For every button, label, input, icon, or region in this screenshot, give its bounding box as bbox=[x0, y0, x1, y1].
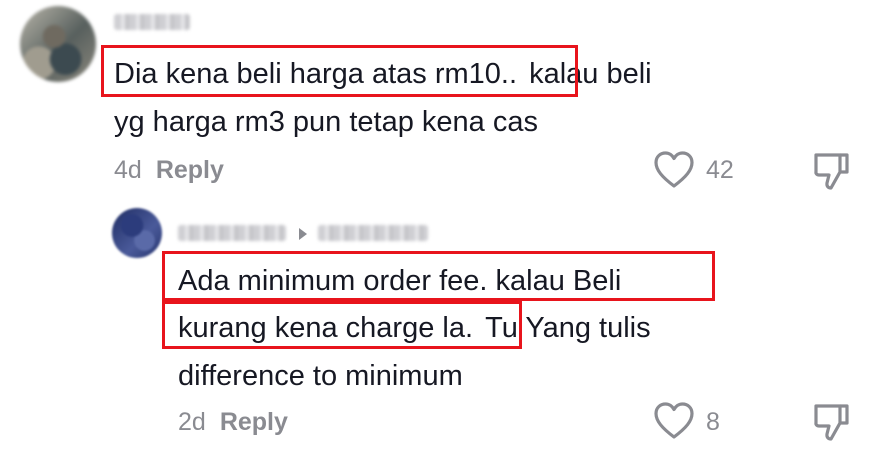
reply-button[interactable]: Reply bbox=[220, 408, 288, 436]
like-count: 42 bbox=[706, 156, 734, 184]
highlight-box bbox=[101, 45, 578, 97]
comment-meta: 4d Reply bbox=[114, 156, 224, 185]
highlight-box bbox=[162, 301, 522, 349]
heart-outline-icon[interactable] bbox=[653, 150, 695, 190]
caret-right-icon bbox=[299, 228, 307, 240]
reply-age: 2d bbox=[178, 408, 206, 436]
reply-button[interactable]: Reply bbox=[156, 156, 224, 184]
username-blurred[interactable] bbox=[178, 225, 286, 241]
thumbs-down-icon[interactable] bbox=[812, 401, 852, 443]
reply-text-line-3: difference to minimum bbox=[178, 360, 463, 392]
comment-text-line-2: yg harga rm3 pun tetap kena cas bbox=[114, 106, 538, 138]
thumbs-down-icon[interactable] bbox=[812, 150, 852, 192]
reply-meta: 2d Reply bbox=[178, 408, 288, 437]
replied-to-username-blurred[interactable] bbox=[318, 225, 428, 241]
avatar[interactable] bbox=[20, 6, 96, 82]
like-count: 8 bbox=[706, 408, 720, 436]
highlight-box bbox=[162, 251, 715, 301]
comment-age: 4d bbox=[114, 156, 142, 184]
username-blurred[interactable] bbox=[114, 14, 190, 30]
avatar[interactable] bbox=[112, 208, 162, 258]
heart-outline-icon[interactable] bbox=[653, 401, 695, 441]
